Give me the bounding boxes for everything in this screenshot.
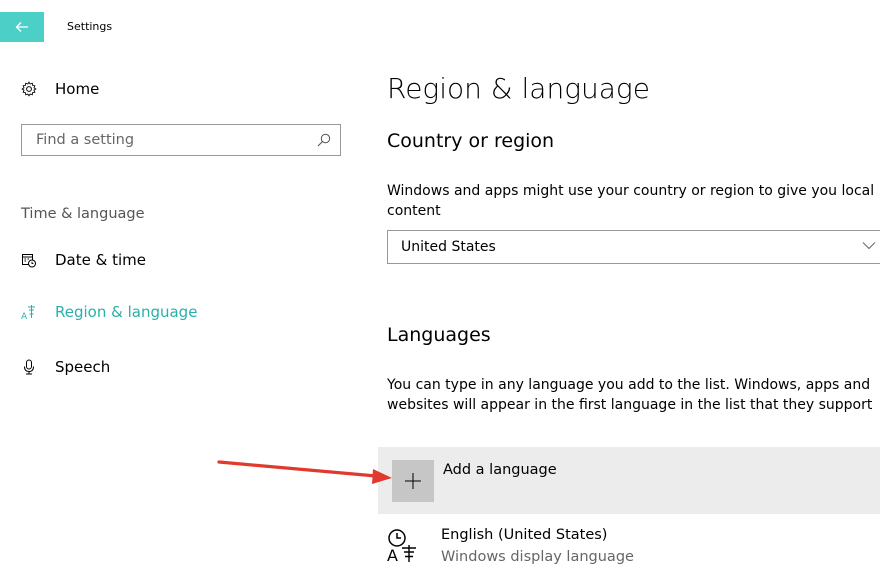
- add-language-row[interactable]: [378, 447, 880, 514]
- language-subtitle: Windows display language: [441, 549, 634, 565]
- add-language-button[interactable]: [392, 460, 434, 502]
- country-select-value: United States: [401, 239, 496, 255]
- languages-description: You can type in any language you add to …: [387, 377, 873, 413]
- calendar-clock-icon: [21, 252, 37, 268]
- country-select[interactable]: United States: [387, 230, 880, 264]
- add-language-label[interactable]: Add a language: [443, 462, 557, 478]
- country-heading: Country or region: [387, 130, 555, 152]
- plus-icon: [405, 473, 421, 489]
- language-icon: A: [21, 304, 37, 320]
- gear-icon: [21, 81, 37, 97]
- chevron-down-icon: [862, 242, 876, 250]
- language-name[interactable]: English (United States): [441, 527, 607, 543]
- sidebar-item-region-language[interactable]: A Region & language: [21, 303, 197, 321]
- languages-heading: Languages: [387, 324, 491, 346]
- search-icon[interactable]: [316, 132, 332, 148]
- page-title: Region & language: [387, 72, 650, 105]
- back-button[interactable]: [0, 12, 44, 42]
- search-box[interactable]: [21, 124, 341, 156]
- sidebar-item-speech[interactable]: Speech: [21, 358, 110, 376]
- sidebar-item-label: Region & language: [55, 303, 198, 321]
- microphone-icon: [21, 359, 37, 375]
- country-description: Windows and apps might use your country …: [387, 183, 875, 219]
- back-arrow-icon: [15, 22, 28, 32]
- sidebar-item-label: Home: [55, 80, 100, 98]
- sidebar-item-label: Date & time: [55, 251, 146, 269]
- section-heading: Time & language: [21, 206, 145, 222]
- svg-text:A: A: [387, 546, 398, 564]
- search-input[interactable]: [34, 131, 316, 149]
- sidebar-item-date-time[interactable]: Date & time: [21, 251, 146, 269]
- svg-text:A: A: [21, 312, 28, 320]
- sidebar-item-label: Speech: [55, 358, 111, 376]
- window-title: Settings: [67, 20, 113, 33]
- sidebar-item-home[interactable]: Home: [21, 80, 99, 98]
- language-time-icon[interactable]: A: [386, 528, 422, 564]
- settings-window: Settings Home Time & language: [0, 0, 880, 568]
